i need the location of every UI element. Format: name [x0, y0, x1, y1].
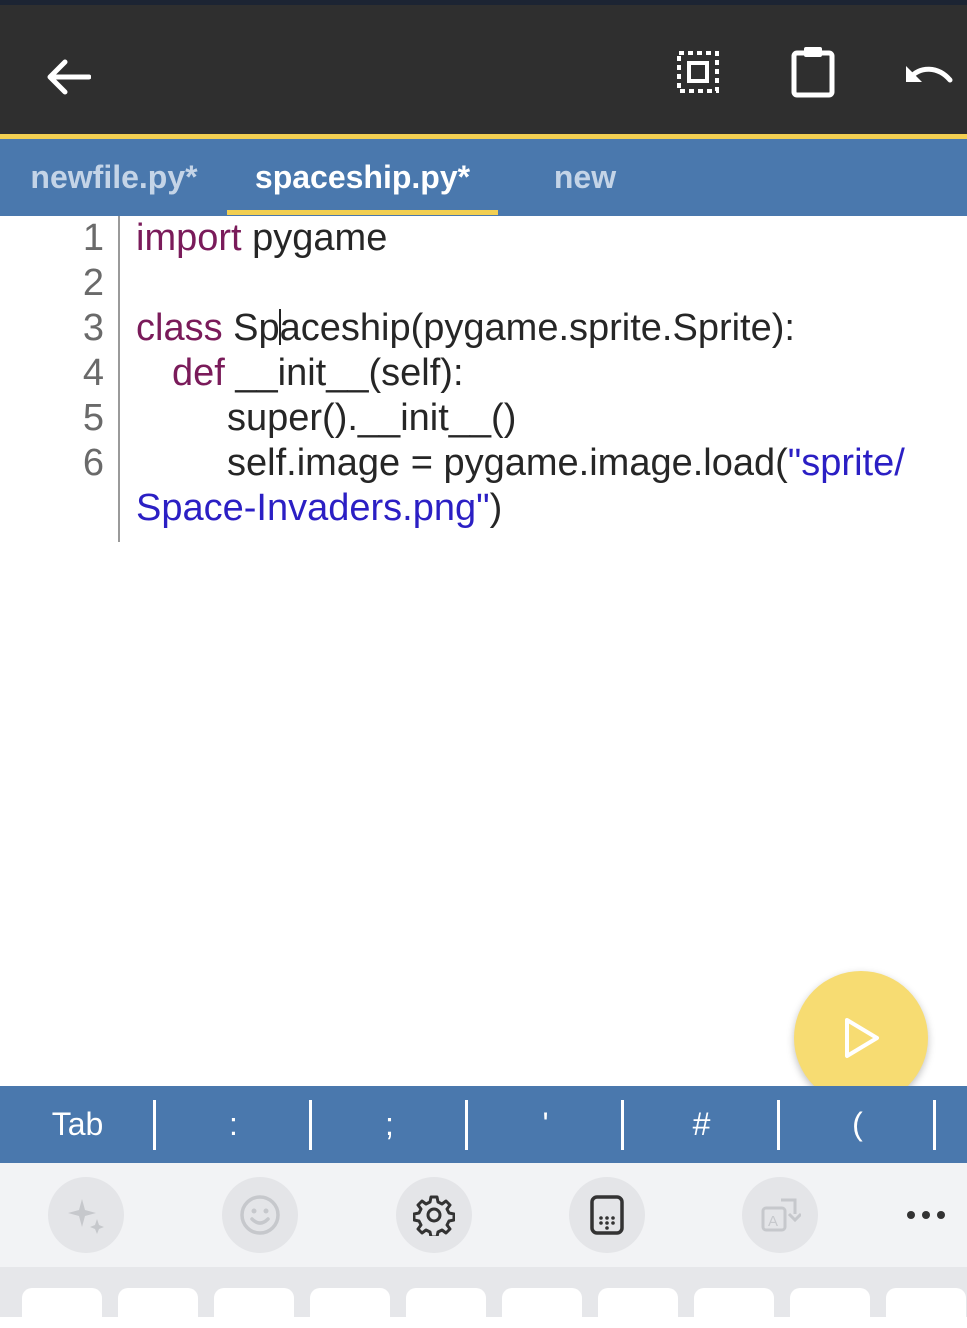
symbol-key-semicolon[interactable]: ;	[312, 1086, 467, 1163]
translate-icon[interactable]: A	[742, 1177, 818, 1253]
symbol-bar: Tab : ; ' # (	[0, 1086, 967, 1163]
gutter-divider	[118, 216, 120, 542]
symbol-key-hash[interactable]: #	[624, 1086, 779, 1163]
code-line: import pygame	[136, 216, 387, 261]
clipboard-icon[interactable]	[783, 42, 843, 102]
symbol-key-colon[interactable]: :	[156, 1086, 311, 1163]
string-literal: Space-Invaders.png"	[136, 487, 490, 529]
keyboard-key[interactable]	[694, 1288, 774, 1328]
settings-icon[interactable]	[396, 1177, 472, 1253]
keypad-icon[interactable]	[569, 1177, 645, 1253]
keyword: import	[136, 217, 242, 259]
more-icon[interactable]	[896, 1187, 956, 1243]
sparkle-icon[interactable]	[48, 1177, 124, 1253]
tab-spaceship[interactable]: spaceship.py*	[227, 139, 498, 216]
symbol-key-paren[interactable]: (	[780, 1086, 935, 1163]
code-text: __init__(self):	[224, 352, 464, 394]
line-number: 6	[82, 442, 104, 484]
keyboard-toolbar: A	[0, 1163, 967, 1267]
keyboard-key[interactable]	[214, 1288, 294, 1328]
symbol-key-tab[interactable]: Tab	[0, 1086, 155, 1163]
code-text: )	[489, 487, 503, 529]
line-number: 2	[82, 262, 104, 304]
keyword: def	[172, 352, 225, 394]
line-number: 5	[82, 397, 104, 439]
separator	[933, 1100, 936, 1150]
keyboard-key[interactable]	[22, 1288, 102, 1328]
code-text: pygame	[241, 217, 388, 259]
code-text: Sp	[222, 307, 280, 349]
keyboard-key[interactable]	[118, 1288, 198, 1328]
top-toolbar	[0, 0, 967, 134]
code-line-wrapped: Space-Invaders.png")	[136, 486, 502, 531]
select-all-icon[interactable]	[668, 42, 728, 102]
tab-new[interactable]: new	[520, 139, 650, 216]
tab-label: newfile.py*	[30, 159, 198, 195]
keyword: class	[136, 307, 223, 349]
file-tabs: newfile.py* spaceship.py* new	[0, 139, 967, 216]
keyboard-key[interactable]	[310, 1288, 390, 1328]
code-text: aceship(pygame.sprite.Sprite):	[279, 307, 795, 349]
code-line: def __init__(self):	[172, 351, 464, 396]
active-tab-indicator	[227, 210, 498, 215]
line-number: 3	[82, 307, 104, 349]
code-line: super().__init__()	[227, 397, 517, 439]
code-line: self.image = pygame.image.load("sprite/	[227, 441, 905, 486]
undo-icon[interactable]	[898, 47, 958, 107]
run-button[interactable]	[794, 971, 928, 1105]
arrow-left-icon[interactable]	[38, 47, 98, 107]
keyboard-key[interactable]	[886, 1288, 966, 1328]
code-editor[interactable]: 1 2 3 4 5 6 import pygame class Spaceshi…	[0, 216, 967, 1086]
play-icon	[845, 1018, 879, 1058]
line-number: 4	[82, 352, 104, 394]
code-text: self.image = pygame.image.load(	[227, 442, 788, 484]
line-number: 1	[82, 217, 104, 259]
code-line: class Spaceship(pygame.sprite.Sprite):	[136, 306, 795, 351]
tab-newfile[interactable]: newfile.py*	[14, 139, 214, 216]
keyboard-keys-row	[0, 1267, 967, 1328]
string-literal: "sprite/	[787, 442, 905, 484]
svg-text:A: A	[768, 1213, 778, 1230]
keyboard-key[interactable]	[790, 1288, 870, 1328]
keyboard-key[interactable]	[598, 1288, 678, 1328]
symbol-key-quote[interactable]: '	[468, 1086, 623, 1163]
emoji-icon[interactable]	[222, 1177, 298, 1253]
tab-label: new	[553, 159, 617, 195]
keyboard-key[interactable]	[502, 1288, 582, 1328]
tab-label: spaceship.py*	[254, 159, 471, 195]
keyboard-key[interactable]	[406, 1288, 486, 1328]
